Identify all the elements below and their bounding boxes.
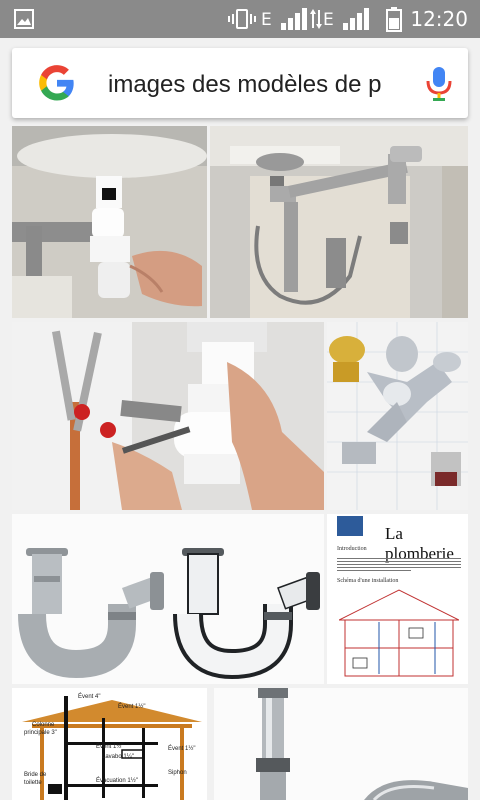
result-image-sink-trap-hand[interactable] (12, 126, 207, 318)
doc-body-lines (337, 556, 461, 573)
diagram-label: toilette (24, 780, 42, 786)
vibrate-icon (228, 9, 256, 29)
doc-caption: Schéma d'une installation (337, 578, 399, 584)
image-icon (14, 9, 34, 29)
diagram-label: Colonne (32, 722, 55, 728)
network-type-label: E (261, 10, 272, 30)
result-image-siphon-copper[interactable] (12, 322, 324, 510)
illustration-p-traps (12, 514, 324, 684)
doc-heading: Introduction (337, 546, 367, 552)
result-image-plomberie-doc[interactable]: La plomberie Introduction Schéma d'une i… (327, 514, 468, 684)
status-bar: E E 12:20 (0, 0, 480, 38)
result-image-chrome-p-traps[interactable] (12, 514, 324, 684)
search-input[interactable]: images des modèles de p (108, 71, 392, 99)
photo-siphon-copper (12, 322, 324, 510)
doc-logo-image (337, 516, 363, 536)
search-bar[interactable]: images des modèles de p (12, 48, 468, 118)
mic-icon[interactable] (422, 65, 456, 103)
diagram-label: Siphon (168, 770, 187, 776)
signal-icon-2 (343, 8, 369, 30)
network-type-label-2: E (323, 10, 334, 30)
diagram-label: Évent 1½" (118, 704, 146, 710)
clock: 12:20 (410, 7, 468, 31)
data-arrows-icon (310, 9, 322, 29)
battery-icon (386, 7, 402, 32)
diagram-label: Évacuation 1½" (96, 778, 138, 784)
diagram-label: principale 3" (24, 730, 57, 736)
diagram-label: Lavabo 1¼" (102, 754, 134, 760)
diagram-label: Évent 4" (78, 694, 101, 700)
result-image-grey-drain[interactable] (210, 126, 468, 318)
result-image-chrome-pipe[interactable] (214, 688, 468, 800)
google-g-icon[interactable] (34, 63, 80, 103)
photo-faucet-parts (327, 322, 468, 510)
photo-sink-trap (12, 126, 207, 318)
signal-icon (281, 8, 307, 30)
photo-chrome-pipe (214, 688, 468, 800)
diagram-label: Bride de (24, 772, 47, 778)
result-image-faucet-parts[interactable] (327, 322, 468, 510)
result-image-venting-diagram[interactable]: Évent 4" Évent 1½" Colonne principale 3"… (12, 688, 207, 800)
diagram-label: Évent 1½" (96, 744, 124, 750)
doc-house-diagram (339, 589, 459, 677)
image-results-grid: La plomberie Introduction Schéma d'une i… (0, 120, 480, 800)
photo-grey-drain (210, 126, 468, 318)
diagram-label: Évent 1½" (168, 746, 196, 752)
